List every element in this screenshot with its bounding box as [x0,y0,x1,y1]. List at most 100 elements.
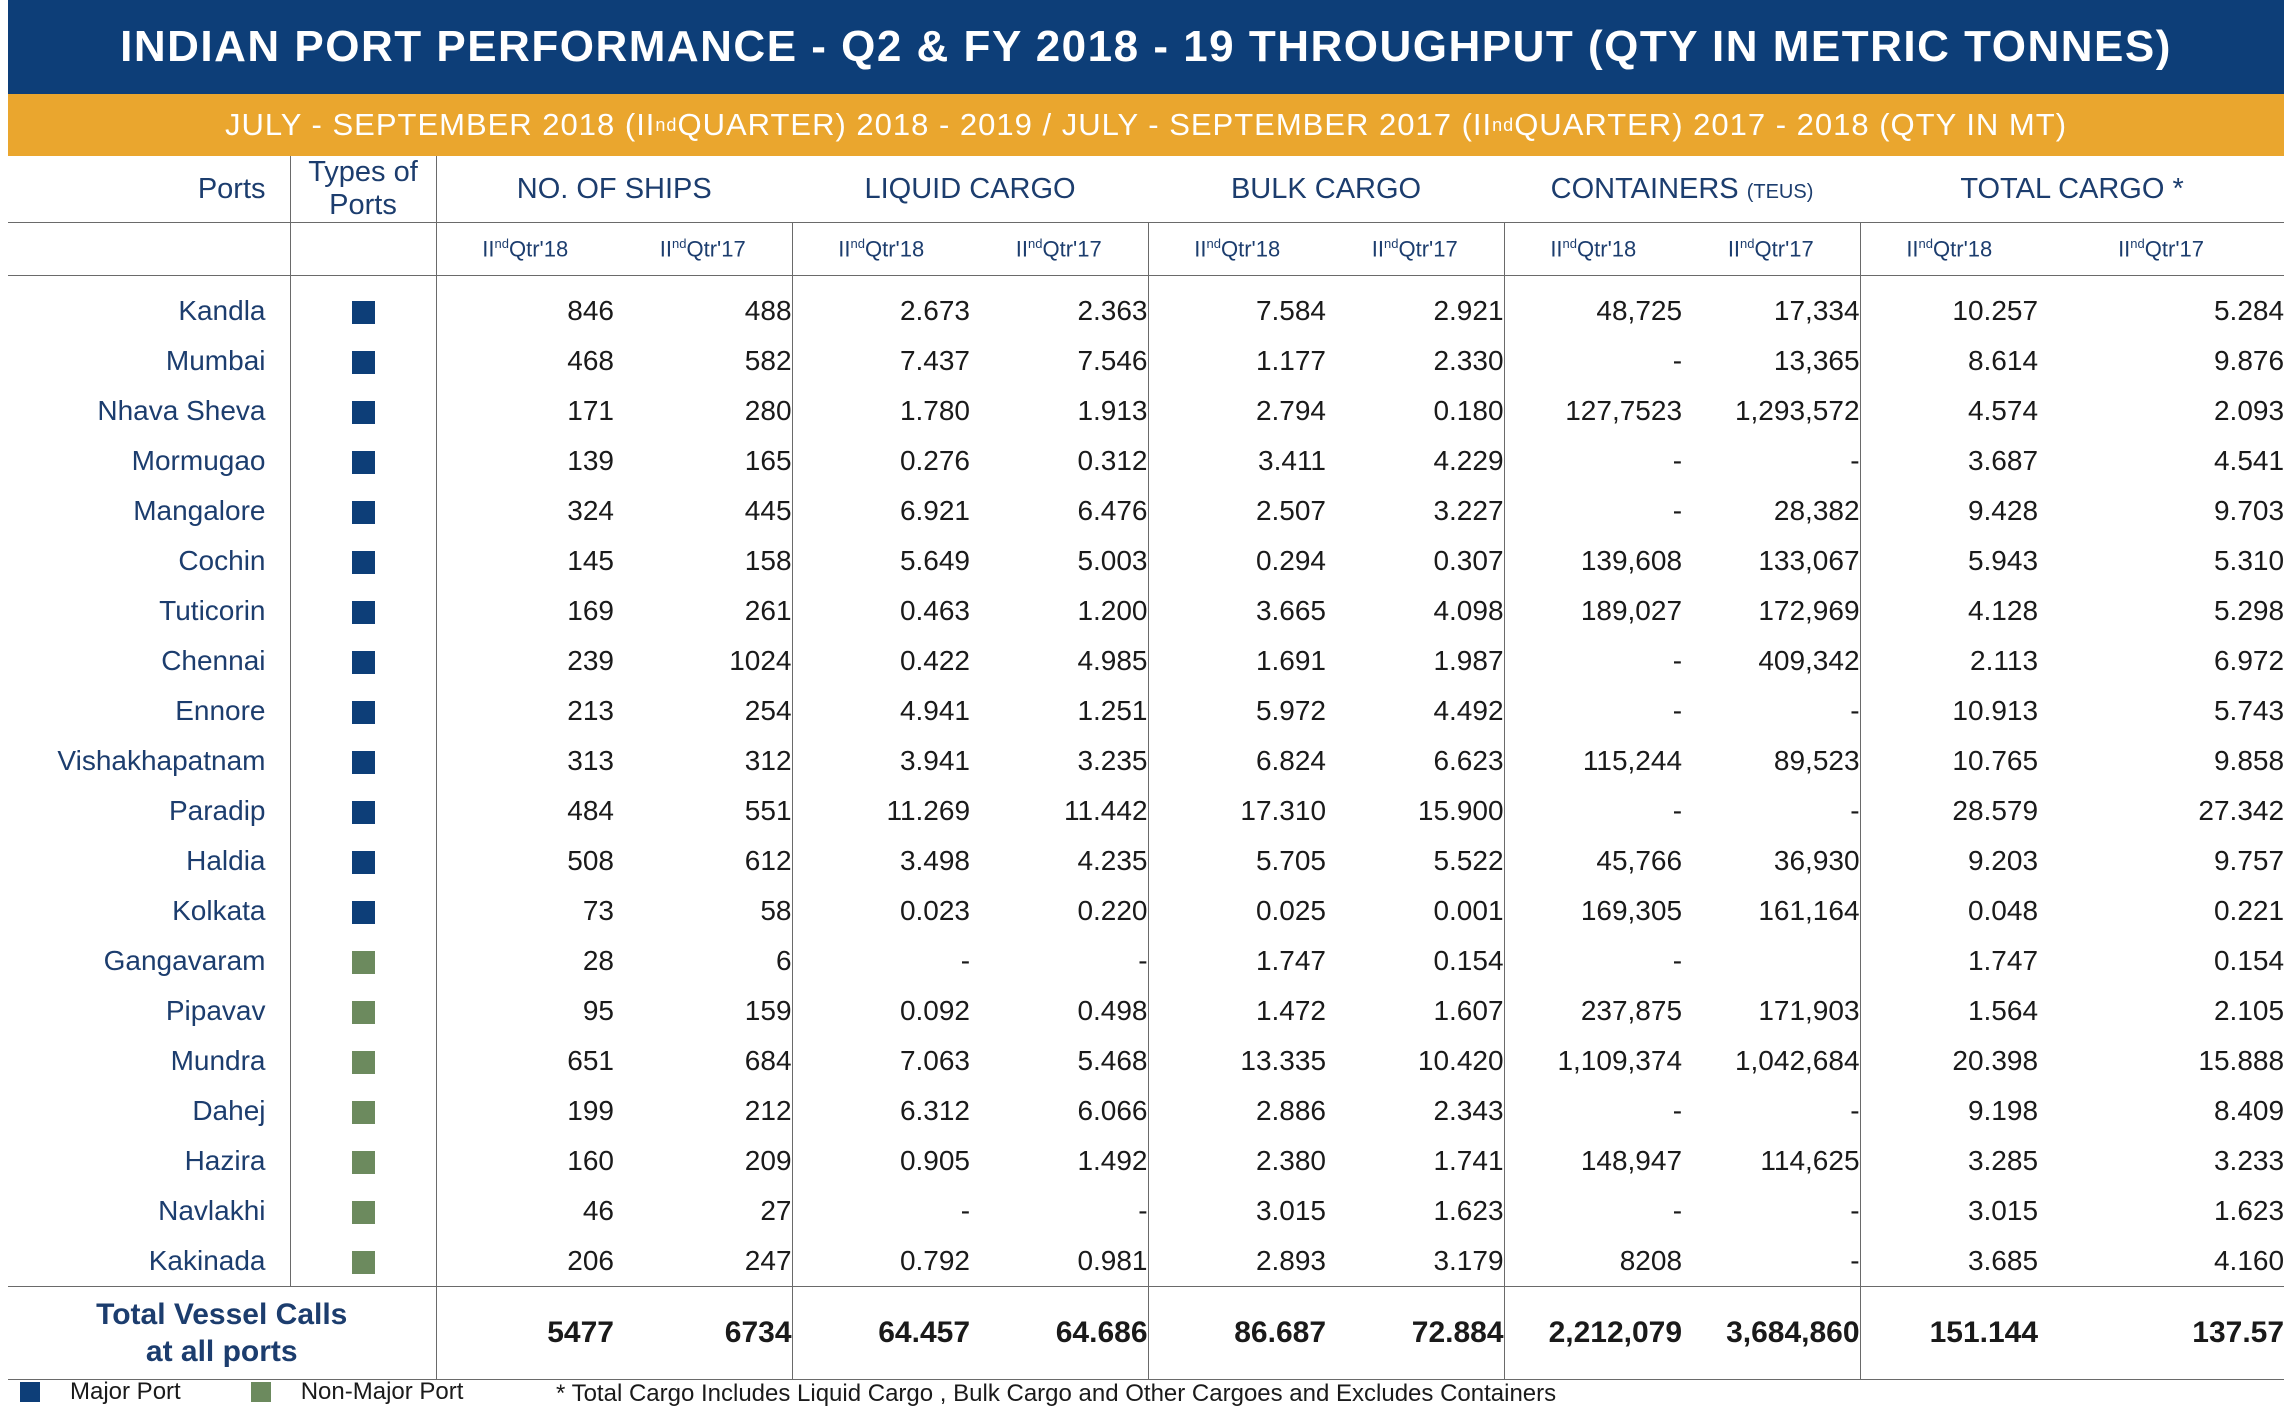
table-cell: 6.066 [970,1086,1149,1136]
subtitle-sup-2: nd [1492,114,1515,135]
table-cell: 6.312 [899,1095,971,1126]
major-port-square-icon [351,501,375,525]
table-cell: 10.913 [1952,695,2039,726]
port-type [290,636,437,686]
legend-major-label: Major Port [70,1378,181,1405]
table-cell: 0.422 [899,645,971,676]
subheader-ordinal: nd [2130,235,2145,251]
total-row: Total Vessel Calls at all ports 5477 6734 64… [8,1286,2285,1380]
subtitle-part-2: QUARTER) 2018 - 2019 / JULY - SEPTEMBER … [677,107,1493,142]
port-name: Cochin [8,536,291,586]
table-cell: 3.411 [1258,445,1327,476]
table-cell: - [970,1186,1149,1236]
port-type [290,736,437,786]
table-cell: 161,164 [1682,886,1861,936]
table-cell: 1.623 [2213,1195,2285,1226]
table-cell: 158 [614,536,793,586]
subheader-empty-ports [8,222,291,276]
table-cell: 0.905 [899,1145,971,1176]
table-cell: 651 [567,1045,614,1076]
subheader-ordinal: nd [1028,235,1043,251]
table-row: Paradip 484 551 11.269 11.442 17.310 15.900 - - 2… [8,786,2284,836]
table-cell: 5.743 [2213,695,2285,726]
port-type [290,386,437,436]
table-cell: - [1682,1186,1861,1236]
table-cell: 324 [567,495,614,526]
table-cell: 2.093 [2213,395,2285,426]
table-cell: 2.330 [1326,336,1505,386]
table-cell: 6.972 [2213,645,2285,676]
subheader-roman: II [2118,236,2131,262]
header-containers: CONTAINERS (TEUS) [1504,156,1861,223]
table-cell: 171 [567,395,614,426]
table-row: Cochin 145 158 5.649 5.003 0.294 0.307 139,608 1… [8,536,2284,586]
table-cell: 8208 [1619,1245,1683,1276]
table-cell: 4.492 [1326,686,1505,736]
port-name: Mundra [8,1036,291,1086]
table-cell: 9.703 [2213,495,2285,526]
total-cell: 64.686 [970,1286,1149,1380]
table-cell: 239 [567,645,614,676]
subheader-ordinal: nd [1562,235,1578,251]
table-cell: 1024 [614,636,793,686]
table-cell: - [1682,436,1861,486]
table-cell: 0.792 [899,1245,971,1276]
page-subtitle: JULY - SEPTEMBER 2018 (II nd QUARTER) 201… [8,94,2284,156]
subheader-empty-types [290,222,437,276]
subheader-ships-q17: IIndQtr'17 [614,222,793,276]
table-cell: 3.235 [970,736,1149,786]
total-label-line-1: Total Vessel Calls [96,1298,348,1331]
port-name: Dahej [8,1086,291,1136]
port-type [290,275,437,336]
header-containers-unit: (TEUS) [1746,180,1814,203]
subheader-total-q17: IIndQtr'17 [2038,222,2285,276]
major-port-square-icon [351,351,375,375]
table-cell: 6 [614,936,793,986]
port-name: Chennai [8,636,291,686]
port-name: Ennore [8,686,291,736]
table-cell: 169,305 [1580,895,1683,926]
table-cell: 5.468 [970,1036,1149,1086]
table-cell: 209 [614,1136,793,1186]
table-cell: - [960,945,971,976]
table-cell: 1.472 [1255,995,1327,1026]
table-cell: 0.463 [899,595,971,626]
table-cell: 5.705 [1255,845,1327,876]
subheader-quarter: Qtr'17 [1042,236,1102,262]
subheader-liquid-q17: IIndQtr'17 [970,222,1149,276]
table-cell: 612 [614,836,793,886]
table-cell: 9.757 [2213,845,2285,876]
non-major-port-square-icon [351,1201,375,1225]
header-containers-label: CONTAINERS [1550,172,1739,205]
table-cell: 212 [614,1086,793,1136]
header-liquid-cargo: LIQUID CARGO [792,156,1149,223]
table-cell: 10.420 [1326,1036,1505,1086]
header-types-of-ports: Types of Ports [290,156,437,223]
table-cell: 11.442 [970,786,1149,836]
table-cell: 7.437 [899,345,971,376]
table-cell: 0.220 [970,886,1149,936]
table-cell: 0.180 [1326,386,1505,436]
table-cell: 36,930 [1682,836,1861,886]
total-cell: 2,212,079 [1504,1286,1683,1380]
subheader-bulk-q18: IIndQtr'18 [1148,222,1327,276]
table-cell: 0.221 [2213,895,2285,926]
port-type [290,986,437,1036]
table-cell: 17.310 [1240,795,1327,826]
table-cell: 3.015 [1967,1195,2039,1226]
table-cell: 4.985 [970,636,1149,686]
port-type [290,1086,437,1136]
table-cell: 4.574 [1967,395,2039,426]
header-no-of-ships: NO. OF SHIPS [436,156,793,223]
table-cell: 1,042,684 [1682,1036,1861,1086]
table-row: Dahej 199 212 6.312 6.066 2.886 2.343 - - 9.198 8.… [8,1086,2284,1136]
port-name: Mangalore [8,486,291,536]
port-type [290,686,437,736]
table-cell: 5.298 [2213,595,2285,626]
table-cell: 6.623 [1326,736,1505,786]
major-port-square-icon [351,451,375,475]
subheader-roman: II [659,236,673,262]
table-cell: 2.921 [1326,275,1505,336]
non-major-port-legend-square-icon [250,1382,271,1402]
table-cell: - [1682,686,1861,736]
